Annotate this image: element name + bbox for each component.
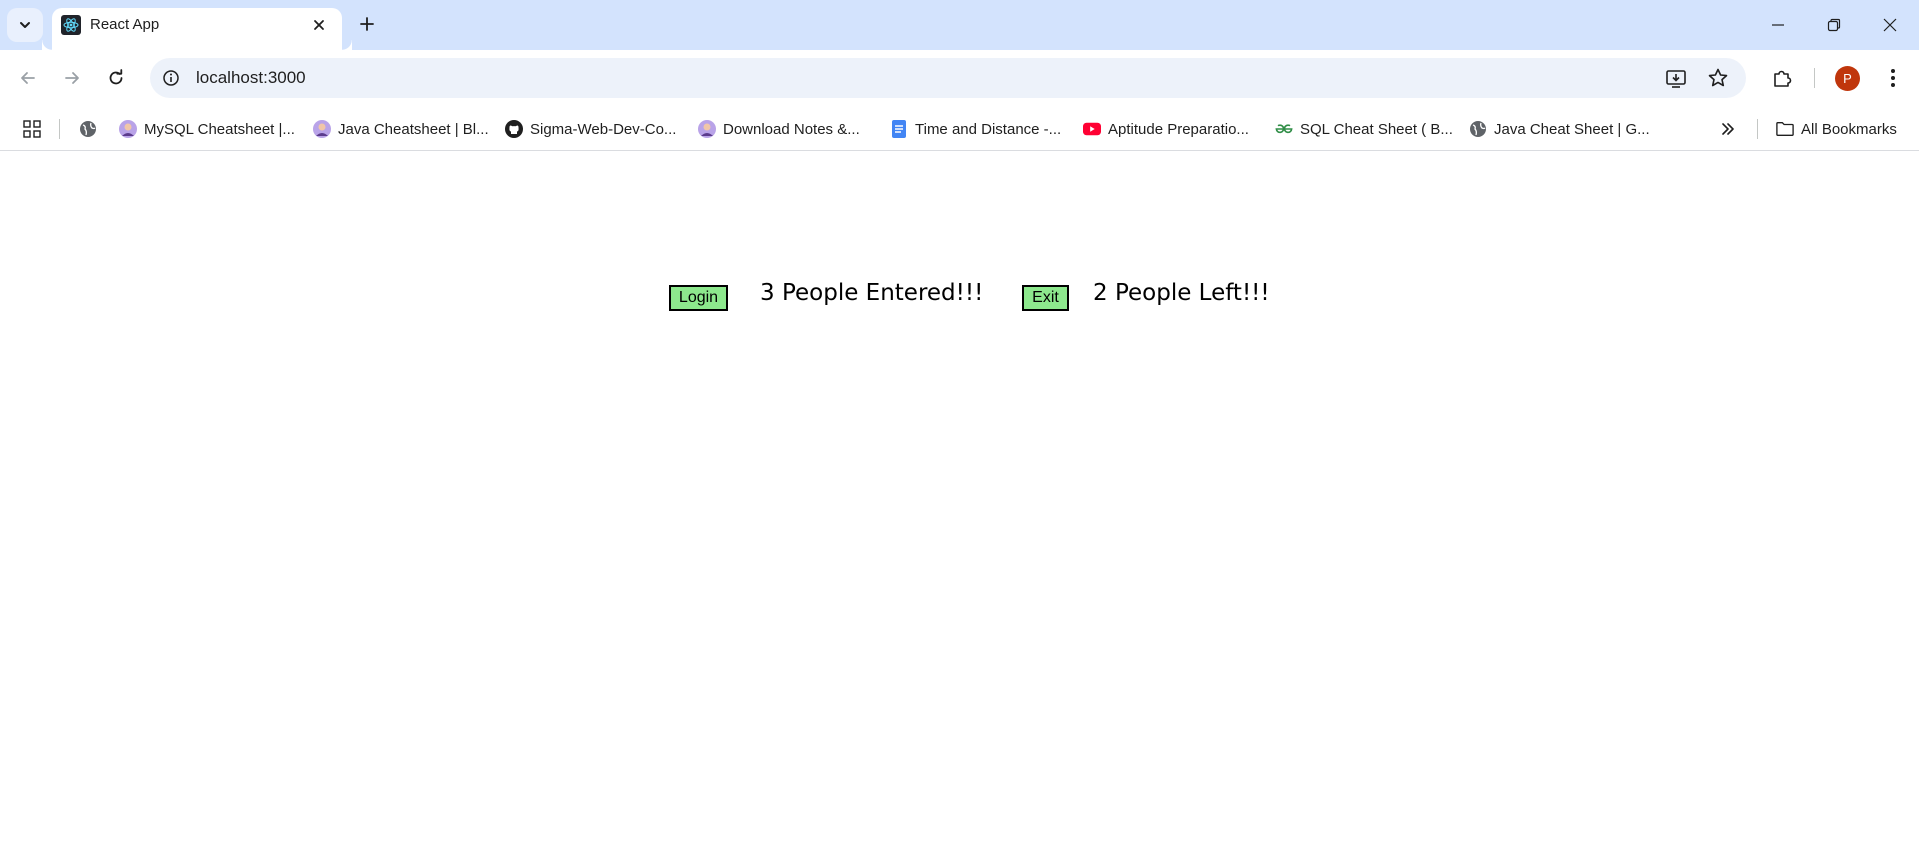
github-icon	[505, 120, 523, 138]
bookmark-item[interactable]: Download Notes &...	[698, 115, 860, 143]
arrow-right-icon	[65, 72, 79, 84]
install-app-button[interactable]	[1664, 66, 1688, 90]
bookmark-label: Download Notes &...	[723, 120, 860, 138]
close-icon	[1883, 18, 1897, 32]
avatar-icon	[698, 120, 716, 138]
profile-avatar[interactable]: P	[1835, 66, 1860, 91]
browser-toolbar: localhost:3000 P	[0, 50, 1919, 107]
restore-icon	[1827, 18, 1841, 32]
docs-icon	[890, 120, 908, 138]
bookmark-star-button[interactable]	[1706, 66, 1730, 90]
tab-strip: React App	[0, 0, 1919, 50]
reload-icon	[109, 69, 123, 85]
back-button[interactable]	[11, 61, 45, 95]
bookmark-globe[interactable]	[79, 115, 97, 143]
close-icon	[314, 20, 324, 30]
new-tab-button[interactable]	[353, 10, 381, 38]
avatar-icon	[313, 120, 331, 138]
url-text[interactable]: localhost:3000	[196, 68, 306, 88]
arrow-left-icon	[21, 72, 35, 84]
bookmark-item[interactable]: SQL Cheat Sheet ( B...	[1275, 115, 1453, 143]
entered-count-text: 3 People Entered!!!	[760, 280, 984, 306]
restore-button[interactable]	[1806, 0, 1862, 50]
avatar-icon	[119, 120, 137, 138]
apps-grid-icon	[23, 120, 41, 138]
bookmark-item[interactable]: Sigma-Web-Dev-Co...	[505, 115, 676, 143]
site-info-icon[interactable]	[160, 67, 182, 89]
bookmark-label: Sigma-Web-Dev-Co...	[530, 120, 677, 138]
folder-icon	[1776, 120, 1794, 138]
puzzle-icon	[1774, 70, 1792, 87]
forward-button[interactable]	[55, 61, 89, 95]
bookmark-label: SQL Cheat Sheet ( B...	[1300, 120, 1453, 138]
bookmarks-divider	[1757, 119, 1758, 139]
tab-close-button[interactable]	[308, 14, 330, 36]
install-icon	[1666, 70, 1686, 88]
globe-icon	[79, 120, 97, 138]
close-window-button[interactable]	[1862, 0, 1918, 50]
page-content: Login 3 People Entered!!! Exit 2 People …	[0, 152, 1919, 843]
reload-button[interactable]	[99, 61, 133, 95]
bookmark-label: Java Cheatsheet | Bl...	[338, 120, 489, 138]
youtube-icon	[1083, 120, 1101, 138]
bookmark-item[interactable]: Java Cheatsheet | Bl...	[313, 115, 489, 143]
more-bookmarks-button[interactable]	[1715, 117, 1741, 141]
left-count-text: 2 People Left!!!	[1093, 280, 1270, 306]
login-button[interactable]: Login	[669, 285, 728, 311]
plus-icon	[360, 17, 374, 31]
toolbar-divider	[1814, 68, 1815, 88]
tab-active[interactable]: React App	[52, 8, 342, 50]
extensions-button[interactable]	[1768, 64, 1796, 92]
bookmark-label: Aptitude Preparatio...	[1108, 120, 1249, 138]
star-icon	[1708, 68, 1728, 87]
globe-icon	[1469, 120, 1487, 138]
bookmarks-bar: MySQL Cheatsheet |... Java Cheatsheet | …	[0, 107, 1919, 151]
bookmarks-divider	[59, 119, 60, 139]
bookmark-label: MySQL Cheatsheet |...	[144, 120, 295, 138]
chevron-down-icon	[20, 22, 30, 28]
apps-button[interactable]	[20, 117, 44, 141]
minimize-button[interactable]	[1750, 0, 1806, 50]
bookmark-item[interactable]: MySQL Cheatsheet |...	[119, 115, 295, 143]
gfg-icon	[1275, 120, 1293, 138]
bookmark-item[interactable]: Java Cheat Sheet | G...	[1469, 115, 1650, 143]
bookmark-label: Java Cheat Sheet | G...	[1494, 120, 1650, 138]
menu-button[interactable]	[1879, 64, 1907, 92]
exit-button[interactable]: Exit	[1022, 285, 1069, 311]
double-chevron-right-icon	[1722, 123, 1734, 135]
address-bar[interactable]: localhost:3000	[150, 58, 1746, 98]
all-bookmarks-label: All Bookmarks	[1801, 120, 1897, 138]
minimize-icon	[1772, 24, 1784, 26]
all-bookmarks-button[interactable]: All Bookmarks	[1776, 115, 1897, 143]
react-logo-icon	[61, 15, 81, 35]
tab-title: React App	[90, 16, 160, 33]
bookmark-item[interactable]: Aptitude Preparatio...	[1083, 115, 1249, 143]
bookmark-label: Time and Distance -...	[915, 120, 1062, 138]
bookmark-item[interactable]: Time and Distance -...	[890, 115, 1061, 143]
tab-search-button[interactable]	[7, 8, 43, 42]
kebab-menu-icon	[1891, 69, 1895, 87]
